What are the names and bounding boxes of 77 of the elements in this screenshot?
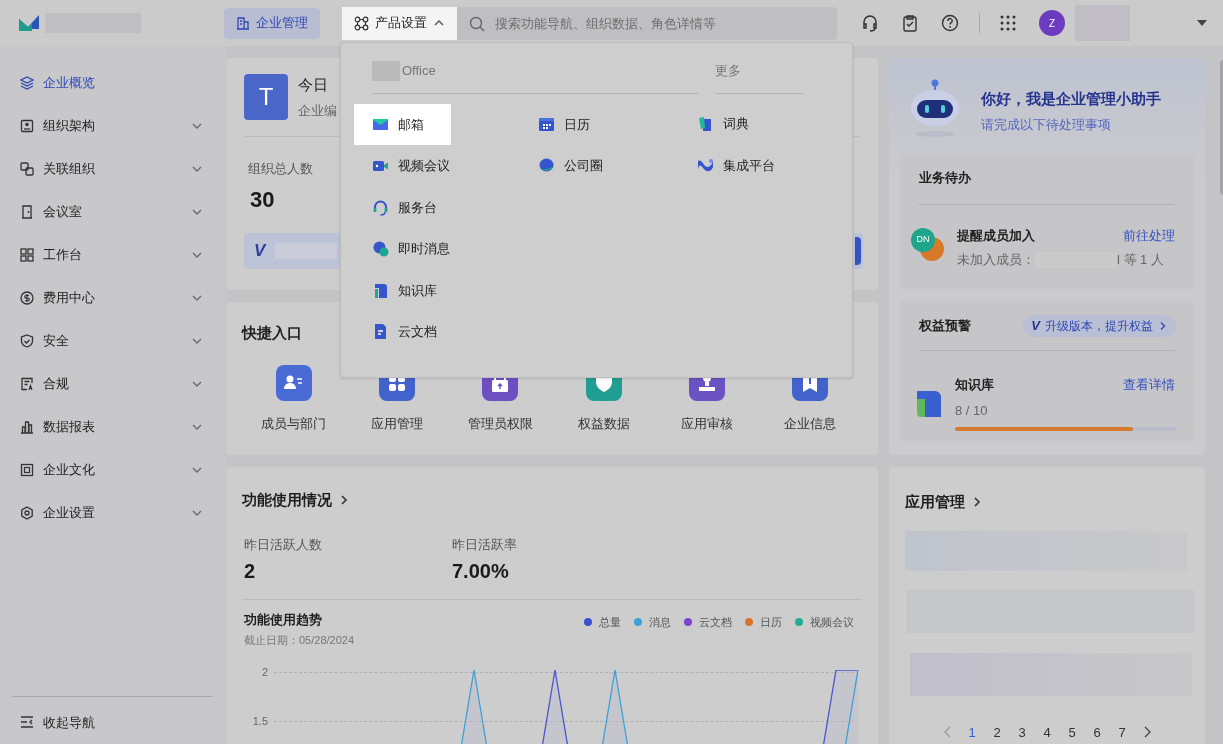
panel-title: 权益预警 bbox=[919, 317, 971, 336]
usage-count: 8 / 10 bbox=[955, 401, 989, 420]
section-title: 更多 bbox=[715, 62, 741, 80]
sidebar-item[interactable]: 工作台 bbox=[12, 239, 213, 271]
sidebar-item[interactable]: 企业设置 bbox=[12, 497, 213, 529]
product-menu-item[interactable]: 词典 bbox=[697, 103, 775, 144]
page-button[interactable]: 7 bbox=[1116, 722, 1128, 742]
page-button[interactable]: 3 bbox=[1016, 722, 1028, 742]
version-label: V bbox=[254, 239, 266, 262]
shortcut-label[interactable]: 应用审核 bbox=[681, 413, 733, 433]
upgrade-button[interactable]: V 升级版本，提升权益 bbox=[1023, 315, 1176, 337]
product-menu-item[interactable]: 云文档 bbox=[354, 311, 520, 352]
sidebar-item[interactable]: 企业文化 bbox=[12, 454, 213, 486]
legend-label[interactable]: 视频会议 bbox=[810, 614, 854, 631]
product-menu-item[interactable]: 知识库 bbox=[354, 270, 520, 311]
panel-title: 业务待办 bbox=[919, 169, 972, 187]
assistant-subtitle: 请完成以下待处理事项 bbox=[981, 115, 1112, 134]
chart-date: 截止日期：05/28/2024 bbox=[244, 632, 356, 648]
legend-label[interactable]: 总量 bbox=[599, 614, 621, 631]
legend-label[interactable]: 日历 bbox=[760, 614, 782, 631]
page-button[interactable]: 6 bbox=[1091, 722, 1103, 742]
sidebar-item[interactable]: 费用中心 bbox=[12, 282, 213, 314]
legend-label[interactable]: 消息 bbox=[649, 614, 671, 631]
shortcut-label[interactable]: 管理员权限 bbox=[467, 413, 533, 433]
sidebar-item[interactable]: 安全 bbox=[12, 325, 213, 357]
user-avatar[interactable]: Z bbox=[1039, 10, 1065, 36]
page-button[interactable]: 1 bbox=[966, 722, 978, 742]
page-button[interactable]: 2 bbox=[991, 722, 1003, 742]
version-label: V bbox=[1031, 317, 1040, 336]
card-title[interactable]: 功能使用情况 bbox=[242, 489, 332, 512]
shortcut-label[interactable]: 企业信息 bbox=[784, 413, 837, 433]
product-settings-button[interactable]: 产品设置 bbox=[342, 6, 457, 40]
todo-detail-count: l 等 1 人 bbox=[1117, 251, 1164, 269]
legend-label[interactable]: 云文档 bbox=[699, 614, 732, 631]
member-avatar: DN bbox=[911, 227, 935, 252]
product-menu-item[interactable]: 公司圈 bbox=[520, 145, 603, 186]
search-field[interactable]: 搜索功能导航、组织数据、角色详情等 bbox=[457, 6, 837, 40]
todo-title: 提醒成员加入 bbox=[957, 226, 1035, 245]
org-avatar: T bbox=[244, 74, 288, 120]
shortcut-label[interactable]: 成员与部门 bbox=[261, 413, 327, 433]
product-menu-item[interactable]: 服务台 bbox=[354, 187, 520, 228]
stat-value: 2 bbox=[244, 559, 257, 584]
card-title: 快捷入口 bbox=[242, 323, 302, 343]
y-axis-label: 2 bbox=[260, 665, 268, 680]
nav-tab[interactable]: 企业管理 bbox=[224, 7, 320, 39]
card-title[interactable]: 应用管理 bbox=[905, 491, 965, 514]
shortcut-label[interactable]: 权益数据 bbox=[577, 413, 630, 433]
org-title: 今日 bbox=[298, 75, 328, 95]
y-axis-label: 1.5 bbox=[251, 714, 268, 729]
product-menu-item[interactable]: 日历 bbox=[520, 104, 603, 145]
org-id: 企业编 bbox=[298, 101, 337, 120]
sidebar-item[interactable]: 企业概览 bbox=[12, 67, 213, 99]
page-button[interactable]: 5 bbox=[1066, 722, 1078, 742]
sidebar-item[interactable]: 数据报表 bbox=[12, 411, 213, 443]
page-button[interactable]: 4 bbox=[1041, 722, 1053, 742]
stat-value: 7.00% bbox=[452, 559, 510, 584]
product-menu-item[interactable]: 即时消息 bbox=[354, 228, 520, 269]
section-title: Office bbox=[402, 62, 436, 81]
todo-detail-label: 未加入成员： bbox=[957, 251, 1035, 269]
shortcut-label[interactable]: 应用管理 bbox=[371, 413, 423, 433]
assistant-greeting: 你好，我是企业管理小助手 bbox=[981, 89, 1161, 109]
process-link[interactable]: 前往处理 bbox=[1123, 225, 1175, 245]
stat-label: 昨日活跃率 bbox=[452, 535, 518, 554]
sidebar-item[interactable]: 合规 bbox=[12, 368, 213, 400]
product-menu-item[interactable]: 集成平台 bbox=[697, 145, 775, 186]
details-link[interactable]: 查看详情 bbox=[1123, 375, 1175, 395]
stat-label: 昨日活跃人数 bbox=[244, 535, 323, 554]
benefit-name: 知识库 bbox=[955, 376, 994, 394]
sidebar-item[interactable]: 会议室 bbox=[12, 196, 213, 228]
collapse-nav-button[interactable]: 收起导航 bbox=[12, 712, 213, 732]
stat-label: 组织总人数 bbox=[248, 160, 313, 178]
sidebar-item[interactable]: 组织架构 bbox=[12, 110, 213, 142]
product-menu-item[interactable]: 邮箱 bbox=[354, 104, 451, 145]
sidebar-item[interactable]: 关联组织 bbox=[12, 153, 213, 185]
chart-title: 功能使用趋势 bbox=[244, 611, 323, 629]
stat-value: 30 bbox=[249, 185, 275, 214]
product-menu-item[interactable]: 视频会议 bbox=[354, 145, 520, 186]
